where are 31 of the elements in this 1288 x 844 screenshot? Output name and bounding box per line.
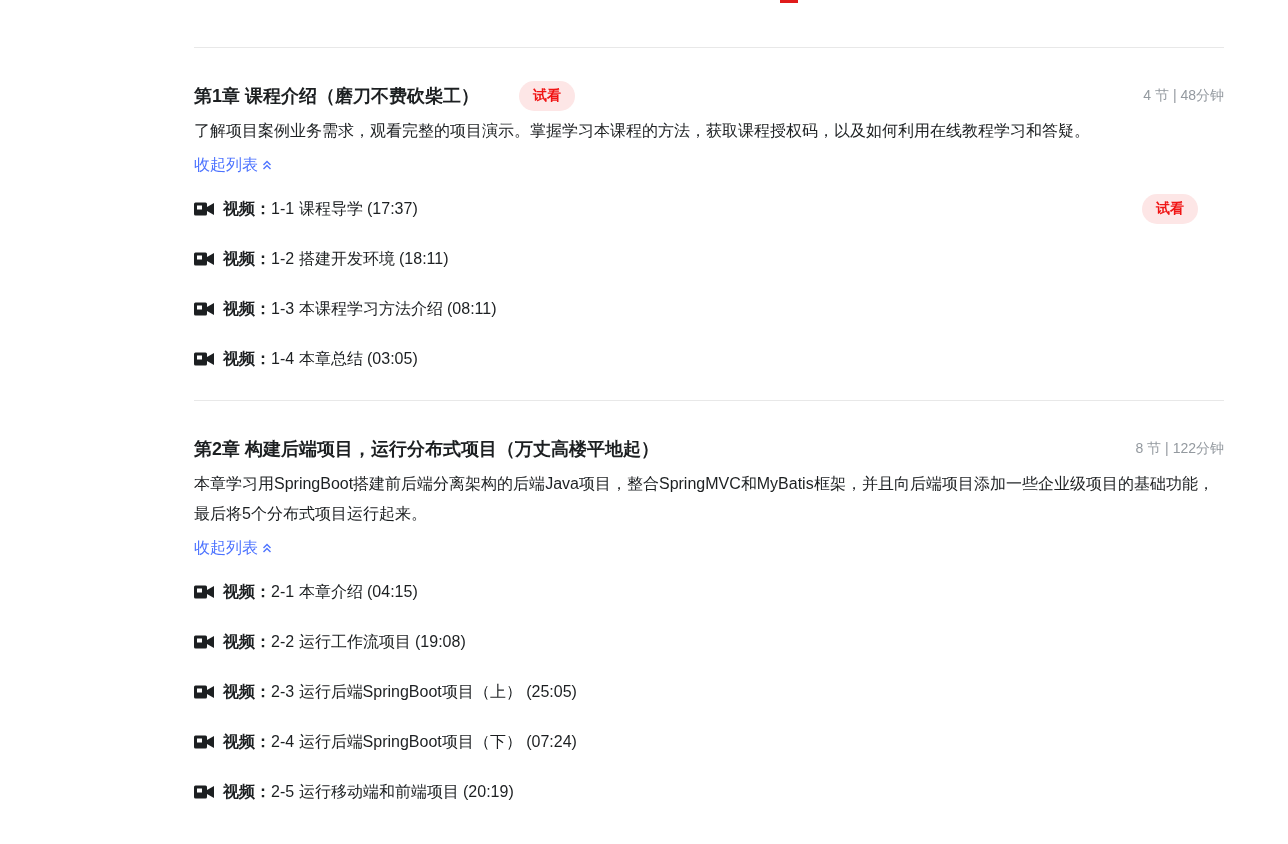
video-camera-icon <box>194 585 214 599</box>
trial-badge[interactable]: 试看 <box>519 81 575 111</box>
video-camera-icon <box>194 252 214 266</box>
video-camera-icon <box>194 635 214 649</box>
video-camera-icon <box>194 352 214 366</box>
chevron-up-icon <box>262 160 272 170</box>
lesson-link[interactable]: 视频：2-5 运行移动端和前端项目 (20:19) <box>223 781 514 803</box>
chapter-meta: 4 节 | 48分钟 <box>1143 87 1224 105</box>
lesson-link[interactable]: 视频：1-2 搭建开发环境 (18:11) <box>223 248 449 270</box>
lesson-link[interactable]: 视频：1-3 本课程学习方法介绍 (08:11) <box>223 298 497 320</box>
lesson-link[interactable]: 视频：2-2 运行工作流项目 (19:08) <box>223 631 466 653</box>
video-camera-icon <box>194 685 214 699</box>
video-camera-icon <box>194 202 214 216</box>
chapter-title: 第2章 构建后端项目，运行分布式项目（万丈高楼平地起） <box>194 438 659 461</box>
lesson-link[interactable]: 视频：1-1 课程导学 (17:37) <box>223 198 418 220</box>
chevron-up-icon <box>262 543 272 553</box>
active-tab-indicator <box>780 0 798 3</box>
chapter-description: 了解项目案例业务需求，观看完整的项目演示。掌握学习本课程的方法，获取课程授权码，以及如何利用在线教程学习和答疑。 <box>194 121 1091 141</box>
trial-badge[interactable]: 试看 <box>1142 194 1198 224</box>
video-camera-icon <box>194 735 214 749</box>
video-camera-icon <box>194 785 214 799</box>
chapter-title: 第1章 课程介绍（磨刀不费砍柴工） <box>194 85 479 108</box>
lesson-link[interactable]: 视频：1-4 本章总结 (03:05) <box>223 348 418 370</box>
video-camera-icon <box>194 302 214 316</box>
chapter-meta: 8 节 | 122分钟 <box>1135 440 1224 458</box>
collapse-list-link[interactable]: 收起列表 <box>194 533 272 563</box>
lesson-link[interactable]: 视频：2-4 运行后端SpringBoot项目（下） (07:24) <box>223 731 577 753</box>
lesson-link[interactable]: 视频：2-1 本章介绍 (04:15) <box>223 581 418 603</box>
lesson-link[interactable]: 视频：2-3 运行后端SpringBoot项目（上） (25:05) <box>223 681 577 703</box>
collapse-list-link[interactable]: 收起列表 <box>194 150 272 180</box>
chapter-description: 本章学习用SpringBoot搭建前后端分离架构的后端Java项目，整合SpringMVC和MyBatis框架，并且向后端项目添加一些企业级项目的基础功能，最后将5个分布式项目运行起来。 <box>194 474 1215 524</box>
